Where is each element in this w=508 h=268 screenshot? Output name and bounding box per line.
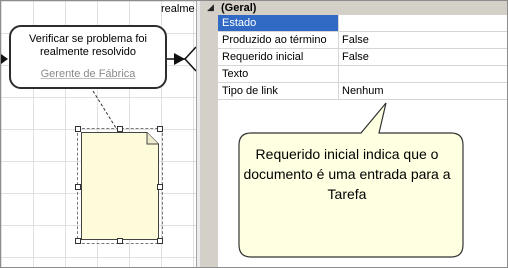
incoming-arrow-icon xyxy=(1,54,8,64)
property-row-requerido[interactable]: Requerido inicial False xyxy=(218,49,507,66)
task-shape[interactable]: Verificar se problema foi realmente reso… xyxy=(9,25,167,89)
properties-grid: ◢ (Geral) Estado Produzido ao término Fa… xyxy=(201,1,507,267)
collapse-triangle-icon[interactable]: ◢ xyxy=(207,2,214,13)
property-value-field[interactable] xyxy=(339,66,507,82)
property-row-estado[interactable]: Estado xyxy=(218,15,507,32)
document-icon xyxy=(81,132,159,240)
property-name: Tipo de link xyxy=(218,83,339,99)
document-shape-selection[interactable] xyxy=(75,126,163,244)
property-value-field[interactable]: Nenhum xyxy=(339,83,507,99)
grid-gutter xyxy=(201,15,218,267)
property-value-field[interactable]: False xyxy=(339,32,507,48)
gateway-shape xyxy=(183,46,196,72)
category-row-geral[interactable]: ◢ (Geral) xyxy=(201,1,507,15)
flow-arrowhead-icon xyxy=(174,53,185,65)
category-label: (Geral) xyxy=(221,2,257,14)
resize-handle-w[interactable] xyxy=(75,184,81,190)
resize-handle-s[interactable] xyxy=(117,238,123,244)
callout-text: Requerido inicial indica que o documento… xyxy=(243,146,451,202)
diagram-canvas[interactable]: realme Verificar se problema foi realmen… xyxy=(1,1,196,267)
property-row-tipo-link[interactable]: Tipo de link Nenhum xyxy=(218,83,507,100)
resize-handle-nw[interactable] xyxy=(75,126,81,132)
window-frame: realme Verificar se problema foi realmen… xyxy=(0,0,508,268)
property-row-produzido[interactable]: Produzido ao término False xyxy=(218,32,507,49)
property-name: Estado xyxy=(218,15,339,31)
resize-handle-se[interactable] xyxy=(157,238,163,244)
task-title: Verificar se problema foi realmente reso… xyxy=(29,33,147,58)
resize-handle-e[interactable] xyxy=(157,184,163,190)
property-value-field[interactable] xyxy=(339,15,507,31)
property-name: Requerido inicial xyxy=(218,49,339,65)
resize-handle-n[interactable] xyxy=(117,126,123,132)
property-name: Texto xyxy=(218,66,339,82)
property-value-field[interactable]: False xyxy=(339,49,507,65)
property-row-texto[interactable]: Texto xyxy=(218,66,507,83)
resize-handle-sw[interactable] xyxy=(75,238,81,244)
property-name: Produzido ao término xyxy=(218,32,339,48)
association-line xyxy=(92,90,117,129)
resize-handle-ne[interactable] xyxy=(157,126,163,132)
task-role-link[interactable]: Gerente de Fábrica xyxy=(11,68,165,80)
